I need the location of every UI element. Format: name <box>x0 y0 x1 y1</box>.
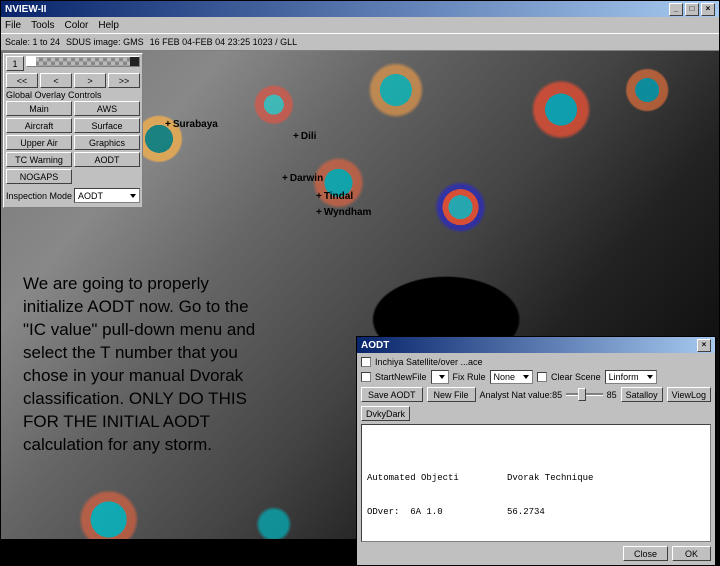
analyst-slider[interactable] <box>566 393 602 396</box>
aodt-ok-button[interactable]: OK <box>672 546 711 561</box>
overlay-upperair-button[interactable]: Upper Air <box>6 135 72 150</box>
main-titlebar[interactable]: NVIEW-II _ □ × <box>1 1 719 17</box>
app-title: NVIEW-II <box>5 4 46 15</box>
aodt-close-button[interactable]: Close <box>623 546 668 561</box>
dvkydark-button[interactable]: DvkyDark <box>361 406 410 421</box>
aodt-titlebar[interactable]: AODT × <box>357 337 715 353</box>
enhancement-colorbar[interactable] <box>26 56 140 67</box>
toolbar-scale: Scale: 1 to 24 <box>5 37 60 47</box>
instruction-text: We are going to properly initialize AODT… <box>23 273 273 457</box>
overlay-section-title: Global Overlay Controls <box>6 90 140 100</box>
chevron-down-icon <box>439 375 445 379</box>
close-button[interactable]: × <box>701 3 715 16</box>
overlay-tcwarning-button[interactable]: TC Warning <box>6 152 72 167</box>
save-aodt-button[interactable]: Save AODT <box>361 387 423 402</box>
main-toolbar: Scale: 1 to 24 SDUS image: GMS 16 FEB 04… <box>1 33 719 51</box>
aodt-title: AODT <box>361 340 389 351</box>
output-right-header: Dvorak Technique <box>507 473 691 484</box>
analyst-slider-label: Analyst Nat value:85 <box>480 390 563 400</box>
nav-first-button[interactable]: << <box>6 73 38 88</box>
viewlog-button[interactable]: ViewLog <box>667 387 711 402</box>
fixrule-label: Fix Rule <box>453 372 486 382</box>
output-left-col: Automated Objecti ODver: 6A 1.0 Date/Tim… <box>367 451 499 543</box>
trackover-label: Inchiya Satellite/over ...ace <box>375 357 483 367</box>
inspection-mode-label: Inspection Mode <box>6 191 72 201</box>
nav-last-button[interactable]: >> <box>108 73 140 88</box>
aodt-body: Inchiya Satellite/over ...ace StartNewFi… <box>357 353 715 565</box>
satalloy-button[interactable]: Satalloy <box>621 387 663 402</box>
output-left-header: Automated Objecti <box>367 473 499 484</box>
inspection-mode-select[interactable]: AODT <box>74 188 140 203</box>
frame-label: 1 <box>6 56 24 71</box>
city-wyndham: Wyndham <box>316 207 371 218</box>
city-darwin: Darwin <box>282 173 323 184</box>
trackover-checkbox[interactable] <box>361 357 371 367</box>
city-tindal: Tindal <box>316 191 353 202</box>
startnewfile-checkbox[interactable] <box>361 372 371 382</box>
overlay-aodt-button[interactable]: AODT <box>74 152 140 167</box>
overlay-surface-button[interactable]: Surface <box>74 118 140 133</box>
main-viewport: Surabaya Dili Darwin Tindal Wyndham 1 <<… <box>1 51 719 539</box>
overlay-aws-button[interactable]: AWS <box>74 101 140 116</box>
startnewfile-label: StartNewFile <box>375 372 427 382</box>
chevron-down-icon <box>647 375 653 379</box>
inspection-mode-value: AODT <box>78 191 103 201</box>
output-right-col: Dvorak Technique 56.2734 -19.58 140 14 -… <box>507 451 691 543</box>
minimize-button[interactable]: _ <box>669 3 683 16</box>
overlay-graphics-button[interactable]: Graphics <box>74 135 140 150</box>
main-menubar: File Tools Color Help <box>1 17 719 33</box>
slider-max: 85 <box>607 390 617 400</box>
overlay-aircraft-button[interactable]: Aircraft <box>6 118 72 133</box>
toolbar-timestamp: 16 FEB 04-FEB 04 23:25 1023 / GLL <box>150 37 298 47</box>
menu-tools[interactable]: Tools <box>31 20 54 31</box>
cleanscene-label: Clear Scene <box>551 372 601 382</box>
cleanscene-checkbox[interactable] <box>537 372 547 382</box>
menu-help[interactable]: Help <box>98 20 119 31</box>
aodt-close-icon[interactable]: × <box>697 339 711 352</box>
overlay-main-button[interactable]: Main <box>6 101 72 116</box>
startnewfile-select[interactable] <box>431 370 449 384</box>
fixrule-select[interactable]: None <box>490 370 534 384</box>
aodt-dialog[interactable]: AODT × Inchiya Satellite/over ...ace Sta… <box>356 336 716 566</box>
menu-color[interactable]: Color <box>64 20 88 31</box>
chevron-down-icon <box>523 375 529 379</box>
city-dili: Dili <box>293 131 316 142</box>
overlay-nogaps-button[interactable]: NOGAPS <box>6 169 72 184</box>
aodt-output: Automated Objecti ODver: 6A 1.0 Date/Tim… <box>361 424 711 542</box>
maximize-button[interactable]: □ <box>685 3 699 16</box>
toolbar-image: SDUS image: GMS <box>66 37 144 47</box>
slider-thumb[interactable] <box>578 388 586 401</box>
cleanscene-select[interactable]: Linform <box>605 370 657 384</box>
nview-main-window: NVIEW-II _ □ × File Tools Color Help Sca… <box>0 0 720 540</box>
new-file-button[interactable]: New File <box>427 387 476 402</box>
nav-prev-button[interactable]: < <box>40 73 72 88</box>
menu-file[interactable]: File <box>5 20 21 31</box>
nav-next-button[interactable]: > <box>74 73 106 88</box>
chevron-down-icon <box>130 194 136 198</box>
city-surabaya: Surabaya <box>165 119 218 130</box>
side-panel: 1 << < > >> Global Overlay Controls Main… <box>3 53 143 208</box>
